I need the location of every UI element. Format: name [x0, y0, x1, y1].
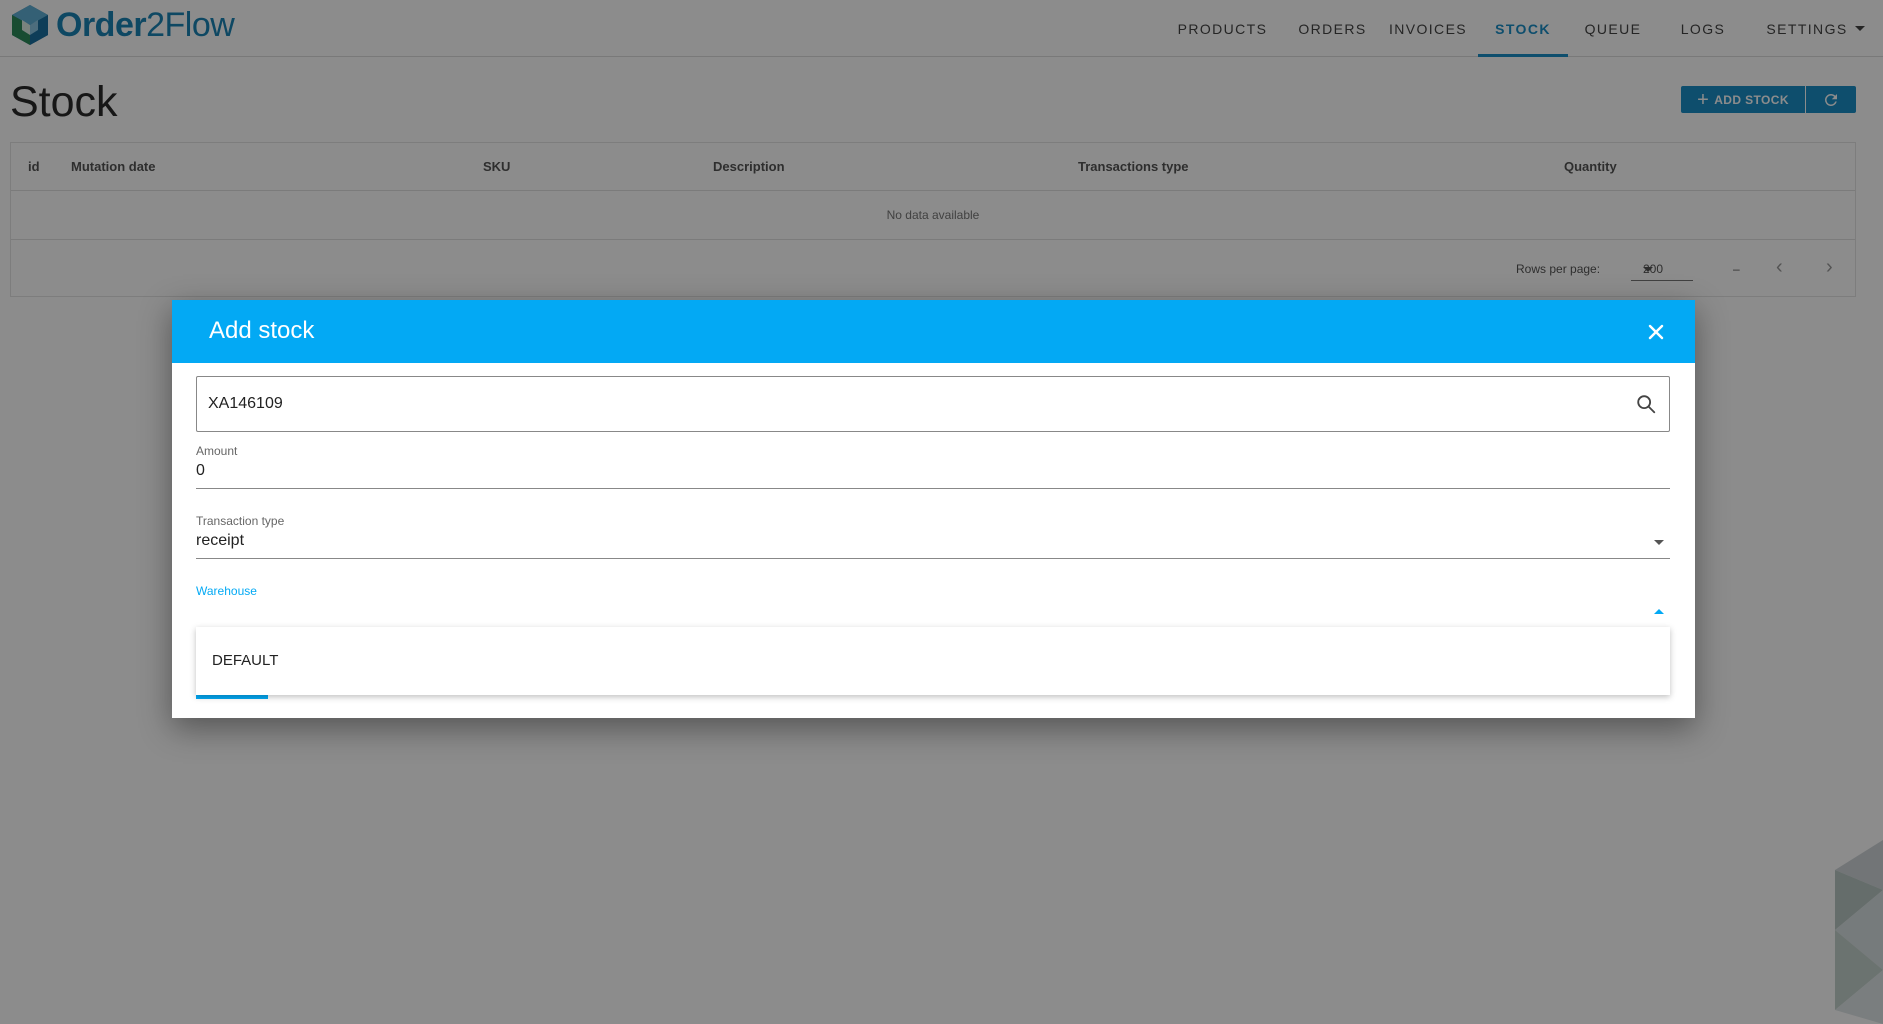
chevron-down-icon — [1654, 540, 1664, 545]
product-search-input[interactable] — [208, 377, 1608, 431]
product-search-field — [196, 376, 1670, 432]
add-stock-dialog: Add stock Amount 0 Transaction type rece… — [172, 300, 1695, 718]
transaction-type-select[interactable]: Transaction type receipt — [196, 514, 1670, 559]
warehouse-dropdown-menu: DEFAULT — [196, 627, 1670, 695]
search-icon[interactable] — [1635, 393, 1657, 415]
dialog-header: Add stock — [172, 300, 1695, 363]
chevron-up-icon — [1654, 609, 1664, 614]
amount-label: Amount — [196, 444, 238, 458]
warehouse-label: Warehouse — [196, 584, 257, 598]
dialog-title: Add stock — [209, 317, 315, 344]
submit-button-edge[interactable] — [196, 695, 268, 699]
amount-field[interactable]: Amount 0 — [196, 444, 1670, 489]
transaction-type-value: receipt — [196, 532, 245, 549]
transaction-type-label: Transaction type — [196, 514, 285, 528]
warehouse-option-default[interactable]: DEFAULT — [196, 627, 1670, 695]
amount-value[interactable]: 0 — [196, 462, 205, 480]
close-button[interactable] — [1643, 319, 1669, 345]
close-icon — [1648, 324, 1664, 340]
warehouse-select[interactable]: Warehouse — [196, 584, 1670, 629]
